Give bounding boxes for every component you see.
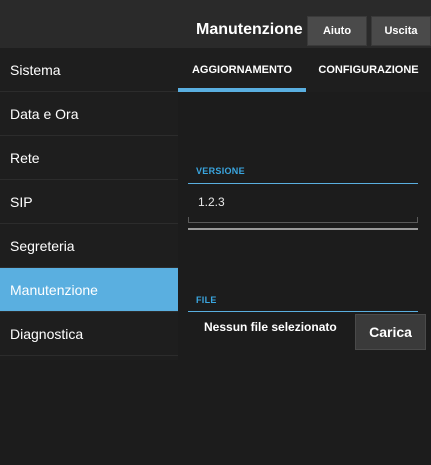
upload-button[interactable]: Carica: [355, 314, 426, 350]
file-label: FILE: [196, 295, 217, 305]
sidebar-item-label: Sistema: [10, 61, 61, 78]
help-button[interactable]: Aiuto: [307, 16, 367, 46]
sidebar-item-sistema[interactable]: Sistema: [0, 48, 178, 92]
top-bar: Manutenzione Aiuto Uscita: [0, 0, 431, 48]
sidebar-item-label: Manutenzione: [10, 281, 98, 298]
sidebar-item-label: Segreteria: [10, 237, 75, 254]
sidebar-item-segreteria[interactable]: Segreteria: [0, 224, 178, 268]
sidebar-item-label: Data e Ora: [10, 105, 79, 122]
sidebar-item-label: Rete: [10, 149, 40, 166]
sidebar-item-diagnostica[interactable]: Diagnostica: [0, 312, 178, 356]
version-label: VERSIONE: [196, 166, 245, 176]
app-frame: Manutenzione Aiuto Uscita Sistema Data e…: [0, 0, 431, 465]
sidebar-item-label: Diagnostica: [10, 325, 84, 342]
version-field-border: [188, 217, 418, 223]
section-separator: [188, 228, 418, 230]
tab-configurazione[interactable]: CONFIGURAZIONE: [306, 48, 431, 92]
exit-button[interactable]: Uscita: [371, 16, 431, 46]
sidebar-item-sip[interactable]: SIP: [0, 180, 178, 224]
sidebar-item-data-e-ora[interactable]: Data e Ora: [0, 92, 178, 136]
version-divider: [188, 183, 418, 184]
sidebar: Sistema Data e Ora Rete SIP Segreteria M…: [0, 48, 178, 360]
file-divider: [188, 311, 418, 312]
tab-bar: AGGIORNAMENTO CONFIGURAZIONE: [178, 48, 431, 92]
active-tab-indicator: [178, 88, 306, 92]
tab-aggiornamento[interactable]: AGGIORNAMENTO: [178, 48, 306, 92]
sidebar-item-label: SIP: [10, 193, 33, 210]
file-status-text[interactable]: Nessun file selezionato: [204, 320, 337, 334]
version-value: 1.2.3: [198, 195, 225, 209]
sidebar-item-manutenzione[interactable]: Manutenzione: [0, 268, 178, 312]
sidebar-item-rete[interactable]: Rete: [0, 136, 178, 180]
page-title: Manutenzione: [196, 21, 303, 38]
